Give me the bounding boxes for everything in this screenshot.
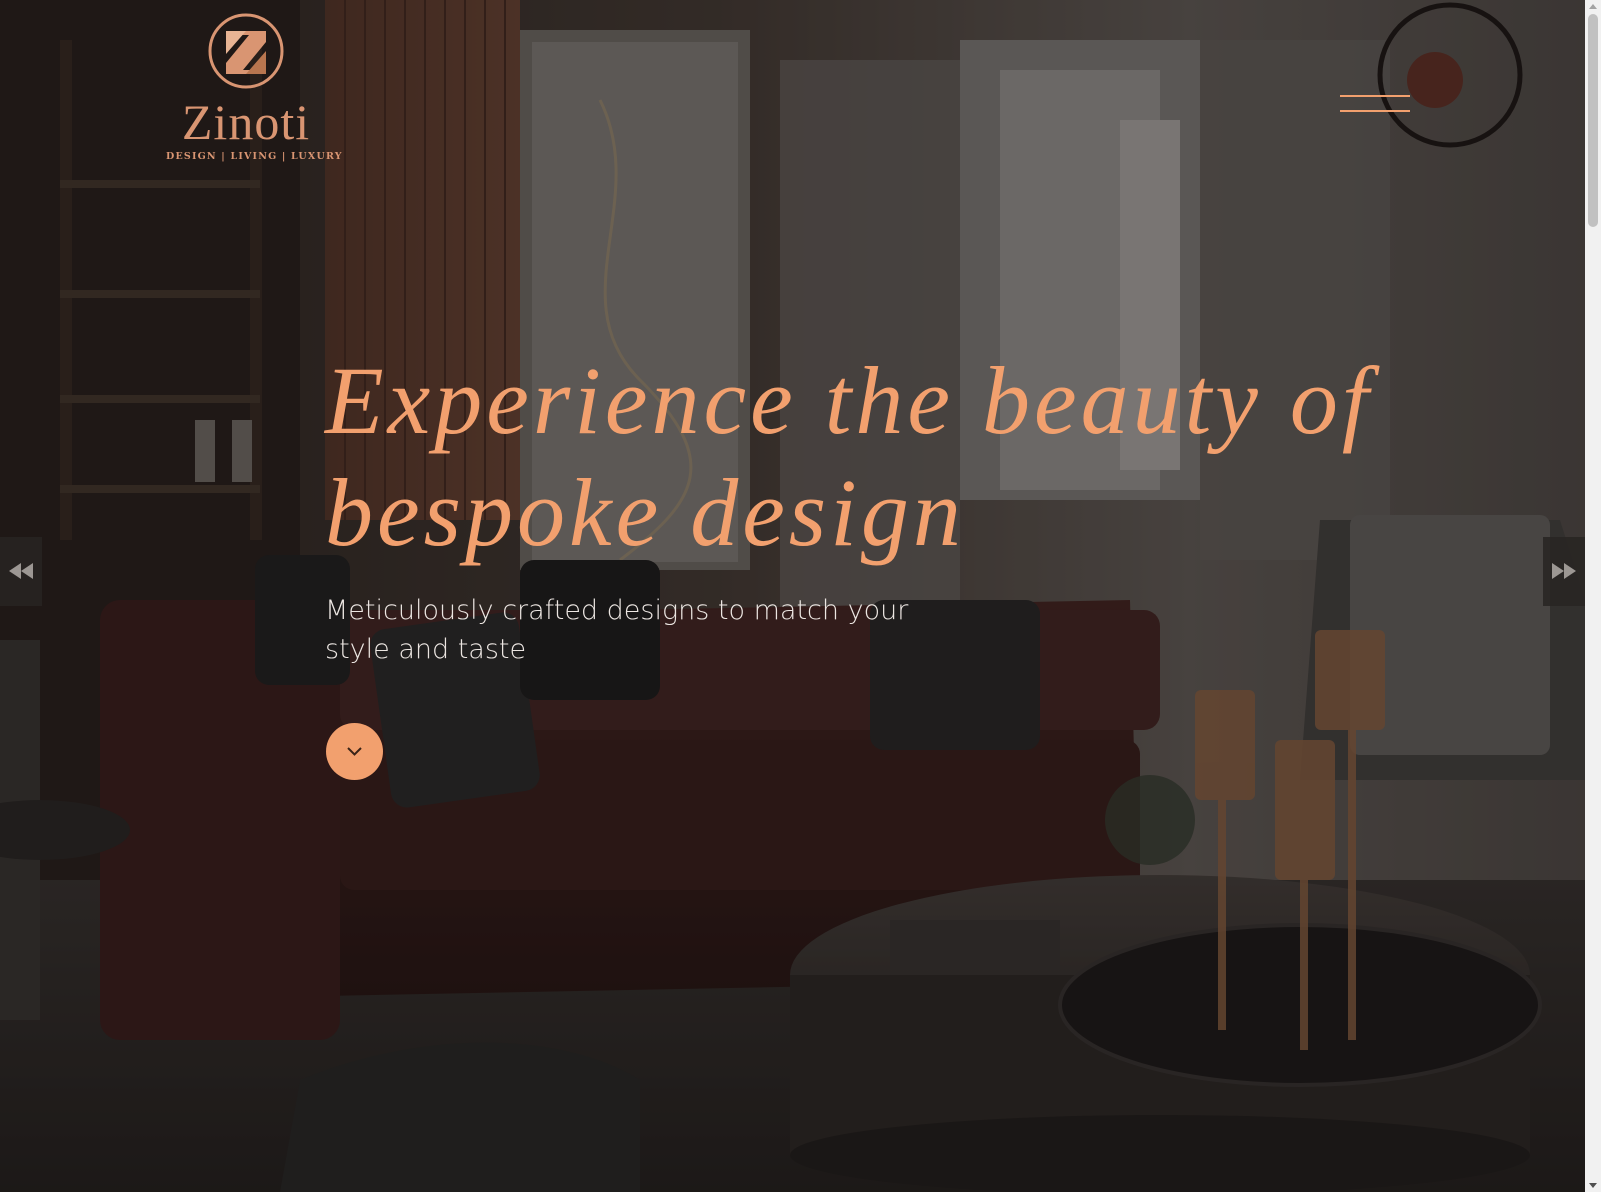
double-chevron-right-icon — [1552, 563, 1576, 579]
menu-line-bottom — [1340, 110, 1410, 112]
hero-title: Experience the beauty of bespoke design — [325, 347, 1373, 566]
brand-logo[interactable]: Zinoti DESIGN | LIVING | LUXURY — [166, 12, 343, 162]
hero-subtitle: Meticulously crafted designs to match yo… — [325, 595, 909, 665]
menu-line-top — [1340, 95, 1410, 97]
brand-tagline: DESIGN | LIVING | LUXURY — [166, 151, 343, 162]
scroll-up-arrow-icon[interactable] — [1589, 4, 1597, 9]
slider-next-button[interactable] — [1543, 537, 1585, 606]
page: Zinoti DESIGN | LIVING | LUXURY Experien… — [0, 0, 1585, 1192]
scroll-down-arrow-icon[interactable] — [1589, 1183, 1597, 1188]
brand-name: Zinoti — [181, 94, 311, 150]
hamburger-menu-icon[interactable] — [1340, 92, 1410, 116]
slider-prev-button[interactable] — [0, 537, 42, 606]
scrollbar-thumb[interactable] — [1588, 14, 1598, 227]
page-scrollbar[interactable] — [1585, 0, 1601, 1192]
double-chevron-left-icon — [9, 563, 33, 579]
scroll-down-button[interactable] — [326, 723, 383, 780]
zinoti-z-mark-icon — [208, 13, 284, 89]
hero-section: Experience the beauty of bespoke design … — [325, 345, 1405, 669]
chevron-down-icon — [347, 747, 362, 756]
